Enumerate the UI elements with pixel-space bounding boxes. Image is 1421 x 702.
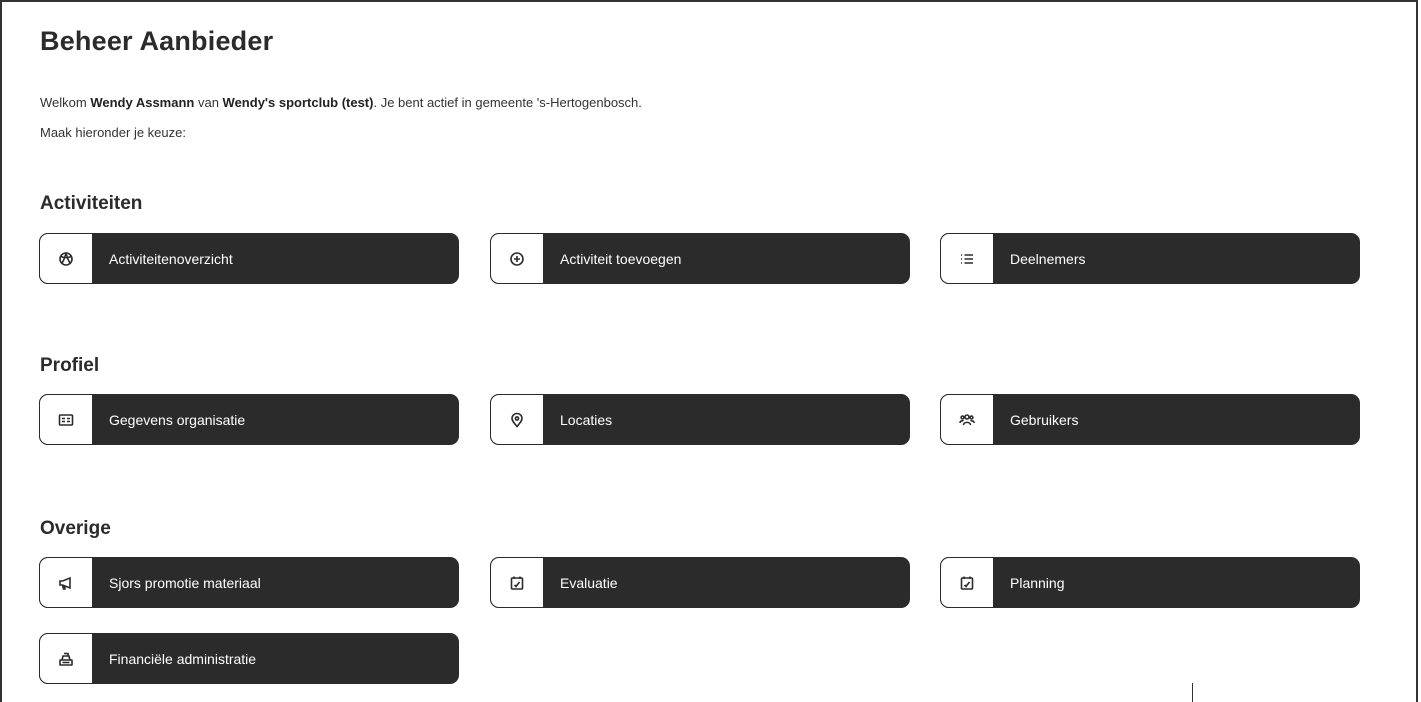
- users-icon: [940, 394, 994, 445]
- page-title: Beheer Aanbieder: [40, 26, 274, 56]
- sports-ball-icon: [39, 233, 93, 284]
- tile-label: Deelnemers: [1010, 250, 1086, 267]
- tile-label: Sjors promotie materiaal: [109, 574, 261, 591]
- instruction-text: Maak hieronder je keuze:: [40, 125, 186, 140]
- section-title-profiel: Profiel: [40, 355, 100, 376]
- tile-gebruikers[interactable]: Gebruikers: [940, 394, 1360, 445]
- tile-sjors-promotie-materiaal[interactable]: Sjors promotie materiaal: [39, 557, 459, 608]
- welcome-text: Welkom Wendy Assmann van Wendy's sportcl…: [40, 95, 642, 110]
- tile-label: Planning: [1010, 574, 1065, 591]
- welcome-rest: . Je bent actief in gemeente 's-Hertogen…: [373, 95, 642, 110]
- tile-gegevens-organisatie[interactable]: Gegevens organisatie: [39, 394, 459, 445]
- tile-label: Locaties: [560, 411, 613, 428]
- tile-planning[interactable]: Planning: [940, 557, 1360, 608]
- text-cursor: [1192, 683, 1193, 702]
- welcome-van: van: [194, 95, 223, 110]
- user-name: Wendy Assmann: [90, 95, 195, 110]
- tile-label: Financiële administratie: [109, 650, 257, 667]
- tile-label: Activiteit toevoegen: [560, 250, 682, 267]
- tile-activiteit-toevoegen[interactable]: Activiteit toevoegen: [490, 233, 910, 284]
- welcome-prefix: Welkom: [40, 95, 91, 110]
- tile-label: Gebruikers: [1010, 411, 1079, 428]
- tile-locaties[interactable]: Locaties: [490, 394, 910, 445]
- map-pin-icon: [490, 394, 544, 445]
- list-icon: [940, 233, 994, 284]
- tile-deelnemers[interactable]: Deelnemers: [940, 233, 1360, 284]
- plus-circle-icon: [490, 233, 544, 284]
- calendar-check-icon: [490, 557, 544, 608]
- megaphone-icon: [39, 557, 93, 608]
- tile-label: Activiteitenoverzicht: [109, 250, 233, 267]
- section-title-overige: Overige: [40, 518, 111, 539]
- section-title-activiteiten: Activiteiten: [40, 193, 143, 214]
- tile-financiele-administratie[interactable]: Financiële administratie: [39, 633, 459, 684]
- organisation-name: Wendy's sportclub (test): [222, 95, 374, 110]
- tile-label: Evaluatie: [560, 574, 618, 591]
- calendar-check-icon: [940, 557, 994, 608]
- cash-register-icon: [39, 633, 93, 684]
- tile-evaluatie[interactable]: Evaluatie: [490, 557, 910, 608]
- tile-activiteitenoverzicht[interactable]: Activiteitenoverzicht: [39, 233, 459, 284]
- id-card-icon: [39, 394, 93, 445]
- tile-label: Gegevens organisatie: [109, 411, 246, 428]
